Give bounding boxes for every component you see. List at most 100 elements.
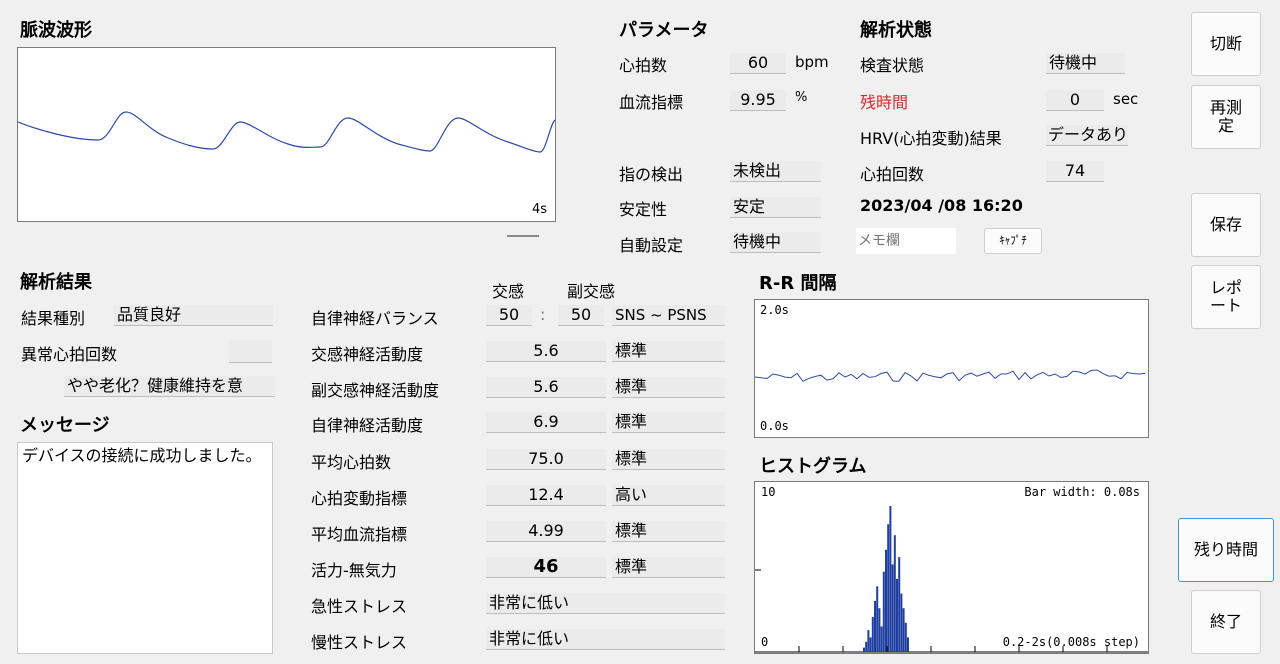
stability-value: 安定 [730,197,821,218]
abnormal-label: 異常心拍回数 [21,345,118,364]
report-button[interactable]: レポート [1191,265,1261,329]
remain-label: 残時間 [860,93,909,112]
flow-unit: % [795,90,808,105]
remeasure-button[interactable]: 再測定 [1191,85,1261,149]
row-value: 4.99 [486,521,606,542]
histogram-bar [885,549,887,652]
finger-value: 未検出 [730,161,821,182]
pulse-trace [18,111,555,153]
message-title: メッセージ [20,415,110,436]
histogram-chart [755,506,1148,653]
row-value: 5.6 [486,341,606,362]
row-tag: 標準 [612,521,725,542]
analysis-state-title: 解析状態 [860,20,932,41]
row-tag: 高い [612,485,725,506]
histogram-pane: 10 Bar width: 0.08s 0 0.2-2s(0.008s step… [754,481,1149,654]
message-box[interactable]: デバイスの接続に成功しました。 [17,442,273,654]
pulse-waveform-pane: 4s [17,47,556,222]
balance-sep: : [540,305,546,324]
rr-pane: 2.0s 0.0s [754,299,1149,438]
save-button[interactable]: 保存 [1191,193,1261,257]
row-tag: 標準 [612,341,725,362]
hr-unit: bpm [795,53,829,71]
remain-value: 0 [1046,90,1104,111]
histogram-bar [902,608,905,652]
chronic-stress-label: 慢性ストレス [311,633,408,652]
histogram-y-top: 10 [761,485,776,499]
hrv-label: HRV(心拍変動)結果 [860,129,1002,148]
para-col-header: 副交感 [567,282,616,301]
auto-label: 自動設定 [619,236,684,255]
disconnect-button[interactable]: 切断 [1191,12,1261,76]
row-value: 5.6 [486,377,606,398]
histogram-y-bottom: 0 [761,635,769,649]
abnormal-value [229,340,272,363]
kind-value: 品質良好 [114,305,273,326]
histogram-bar [904,622,907,652]
beats-label: 心拍回数 [860,165,925,184]
flow-value: 9.95 [730,90,786,111]
histogram-bar [882,571,885,652]
hr-value: 60 [730,53,786,74]
row-label: 活力-無気力 [311,561,397,580]
remaining-time-button[interactable]: 残り時間 [1178,518,1274,582]
datetime: 2023/04 /08 16:20 [860,196,1023,215]
capture-button[interactable]: ｷｬﾌﾟﾁ [984,228,1042,254]
remain-unit: sec [1113,90,1139,108]
row-tag: 標準 [612,412,725,433]
histogram-bar [889,506,892,652]
histogram-bar [869,637,872,652]
row-label: 交感神経活動度 [311,345,424,364]
histogram-bar [887,524,890,652]
results-title: 解析結果 [20,272,92,293]
histogram-bar [896,579,898,652]
pulse-waveform-chart [18,111,555,153]
pulse-title: 脈波波形 [20,20,92,41]
histogram-bar [867,630,870,652]
histogram-bar [878,608,881,652]
row-label: 平均血流指標 [311,525,408,544]
row-value: 75.0 [486,449,606,470]
row-label: 副交感神経活動度 [311,381,440,400]
histogram-bar [863,647,865,652]
row-label: 自律神経活動度 [311,416,424,435]
row-tag: 標準 [612,557,725,578]
chronic-stress-value: 非常に低い [486,629,725,650]
pulse-scroll-handle[interactable] [507,235,539,237]
histogram-title: ヒストグラム [759,456,867,477]
histogram-bar [900,593,903,652]
status-value: 待機中 [1046,53,1125,74]
histogram-bar [874,600,876,652]
rr-trace [755,369,1146,382]
pulse-time-label: 4s [531,202,547,217]
status-label: 検査状態 [860,56,925,75]
row-tag: 標準 [612,377,725,398]
row-value: 12.4 [486,485,606,506]
auto-value: 待機中 [730,232,821,253]
rr-chart [755,369,1146,382]
stability-label: 安定性 [619,200,668,219]
row-value: 46 [486,557,606,578]
histogram-bar [871,616,874,652]
balance-tag: SNS ~ PSNS [612,305,725,326]
rr-title: R-R 間隔 [759,273,837,294]
kind-label: 結果種別 [21,309,86,328]
row-tag: 標準 [612,449,725,470]
histogram-bar [898,557,901,652]
acute-stress-value: 非常に低い [486,593,725,614]
row-label: 心拍変動指標 [311,489,408,508]
histogram-bar-width: Bar width: 0.08s [1024,485,1140,499]
finger-label: 指の検出 [619,165,684,184]
flow-label: 血流指標 [619,93,684,112]
memo-input[interactable] [856,228,956,254]
balance-sym: 50 [486,305,532,326]
hrv-value: データあり [1046,125,1128,146]
row-label: 平均心拍数 [311,453,392,472]
beats-value: 74 [1046,161,1104,182]
exit-button[interactable]: 終了 [1191,590,1261,654]
histogram-bar [891,564,894,652]
hr-label: 心拍数 [619,56,668,75]
aging-value: やや老化？健康維持を意 [64,376,275,397]
histogram-bar [893,535,896,652]
params-title: パラメータ [619,20,709,41]
